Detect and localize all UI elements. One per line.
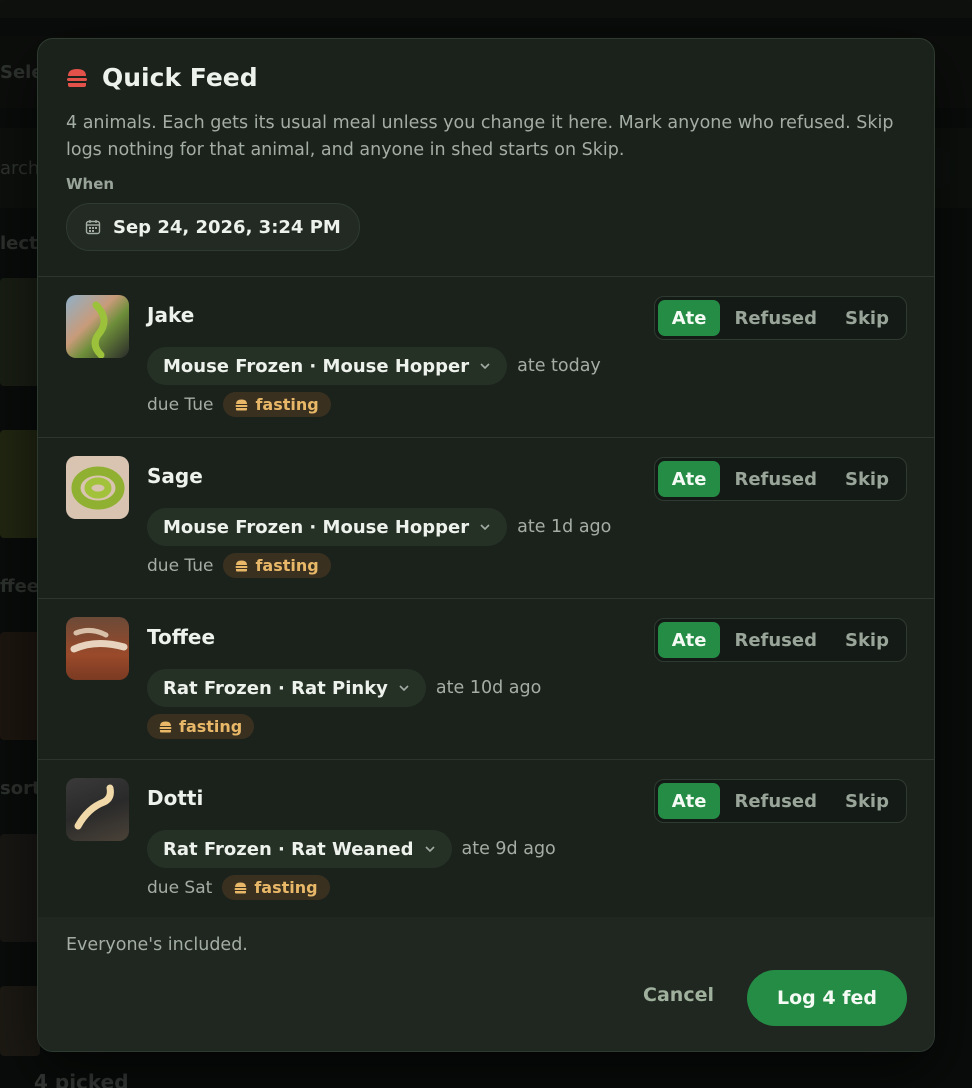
refused-option[interactable]: Refused: [720, 622, 831, 658]
fasting-label: fasting: [179, 717, 243, 736]
dialog-title: Quick Feed: [102, 63, 258, 92]
feed-status-toggle: Ate Refused Skip: [653, 296, 907, 340]
meal-select[interactable]: Rat Frozen · Rat Weaned: [147, 830, 452, 868]
burger-icon: [235, 560, 248, 571]
fasting-label: fasting: [254, 878, 318, 897]
animal-name: Dotti: [147, 786, 204, 810]
last-fed-text: ate 9d ago: [461, 839, 556, 859]
meal-value: Mouse Frozen · Mouse Hopper: [163, 355, 470, 377]
quick-feed-dialog: Quick Feed 4 animals. Each gets its usua…: [37, 38, 935, 1052]
last-fed-text: ate 1d ago: [517, 517, 612, 537]
meal-value: Rat Frozen · Rat Pinky: [163, 677, 388, 699]
datetime-value: Sep 24, 2026, 3:24 PM: [113, 216, 341, 238]
log-fed-button[interactable]: Log 4 fed: [747, 970, 907, 1026]
fasting-badge: fasting: [223, 392, 331, 417]
animal-row: Jake Ate Refused Skip Mouse Frozen · Mou…: [38, 277, 934, 438]
ate-option[interactable]: Ate: [657, 783, 721, 819]
skip-option[interactable]: Skip: [831, 622, 903, 658]
meal-select[interactable]: Mouse Frozen · Mouse Hopper: [147, 347, 508, 385]
refused-option[interactable]: Refused: [720, 300, 831, 336]
fasting-label: fasting: [255, 556, 319, 575]
dialog-header: Quick Feed 4 animals. Each gets its usua…: [38, 39, 934, 277]
fasting-badge: fasting: [147, 714, 255, 739]
burger-icon: [159, 721, 172, 732]
burger-icon: [67, 68, 87, 87]
ate-option[interactable]: Ate: [657, 622, 721, 658]
fasting-badge: fasting: [223, 553, 331, 578]
feed-status-toggle: Ate Refused Skip: [653, 457, 907, 501]
chevron-down-icon: [399, 685, 409, 692]
animal-photo: [66, 617, 129, 680]
skip-option[interactable]: Skip: [831, 461, 903, 497]
animal-name: Toffee: [147, 625, 216, 649]
refused-option[interactable]: Refused: [720, 461, 831, 497]
skip-option[interactable]: Skip: [831, 300, 903, 336]
cancel-button[interactable]: Cancel: [643, 984, 714, 1006]
meal-value: Mouse Frozen · Mouse Hopper: [163, 516, 470, 538]
animal-row: Sage Ate Refused Skip Mouse Frozen · Mou…: [38, 438, 934, 599]
animal-photo: [66, 778, 129, 841]
animal-name: Jake: [147, 303, 195, 327]
due-text: due Tue: [147, 555, 214, 576]
fasting-badge: fasting: [222, 875, 330, 900]
calendar-icon: [85, 220, 101, 235]
animal-name: Sage: [147, 464, 203, 488]
ate-option[interactable]: Ate: [657, 461, 721, 497]
ate-option[interactable]: Ate: [657, 300, 721, 336]
fasting-label: fasting: [255, 395, 319, 414]
feed-status-toggle: Ate Refused Skip: [653, 618, 907, 662]
meal-select[interactable]: Mouse Frozen · Mouse Hopper: [147, 508, 508, 546]
inclusion-note: Everyone's included.: [66, 935, 248, 955]
due-text: due Tue: [147, 394, 214, 415]
burger-icon: [235, 399, 248, 410]
meal-select[interactable]: Rat Frozen · Rat Pinky: [147, 669, 426, 707]
last-fed-text: ate 10d ago: [435, 678, 542, 698]
last-fed-text: ate today: [517, 356, 601, 376]
animal-row: Dotti Ate Refused Skip Rat Frozen · Rat …: [38, 760, 934, 921]
meal-value: Rat Frozen · Rat Weaned: [163, 838, 414, 860]
animal-photo: [66, 456, 129, 519]
animal-row: Toffee Ate Refused Skip Rat Frozen · Rat…: [38, 599, 934, 760]
refused-option[interactable]: Refused: [720, 783, 831, 819]
chevron-down-icon: [480, 524, 490, 531]
when-label: When: [66, 175, 115, 193]
feed-status-toggle: Ate Refused Skip: [653, 779, 907, 823]
datetime-picker-button[interactable]: Sep 24, 2026, 3:24 PM: [66, 203, 360, 251]
burger-icon: [234, 882, 247, 893]
chevron-down-icon: [480, 363, 490, 370]
due-text: due Sat: [147, 877, 213, 898]
dialog-description: 4 animals. Each gets its usual meal unle…: [66, 113, 894, 160]
animal-photo: [66, 295, 129, 358]
chevron-down-icon: [424, 846, 435, 853]
skip-option[interactable]: Skip: [831, 783, 903, 819]
dialog-footer: Everyone's included. Cancel Log 4 fed: [38, 917, 934, 1051]
